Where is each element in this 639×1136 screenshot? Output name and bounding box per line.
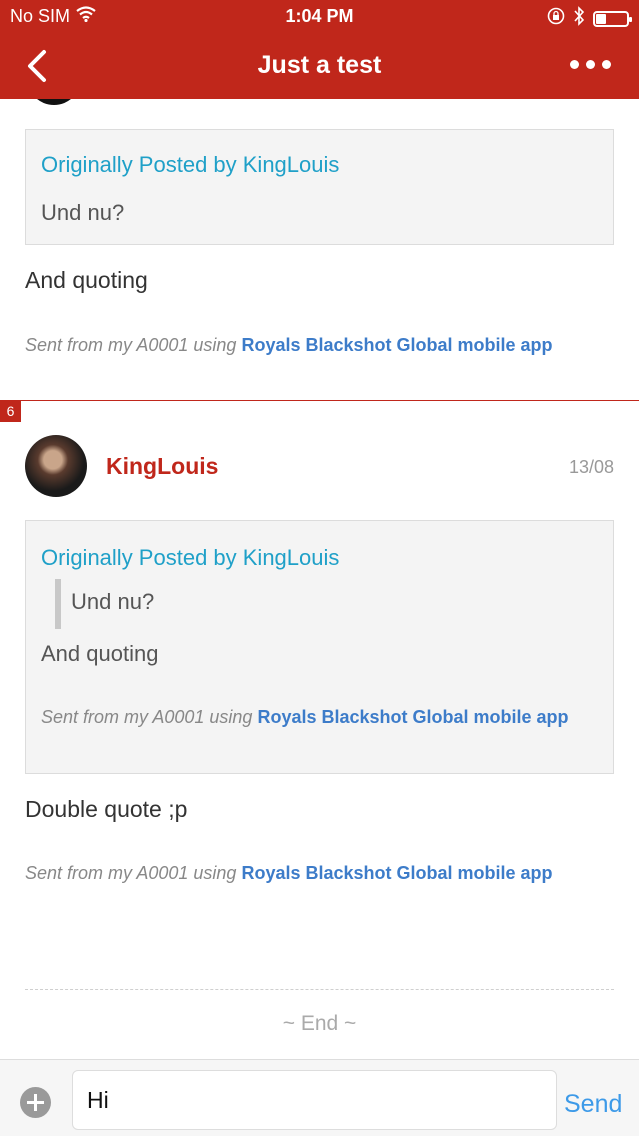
signature-app-link[interactable]: Royals Blackshot Global mobile app [241, 335, 552, 355]
post-divider [0, 400, 639, 401]
end-divider [25, 989, 614, 990]
quote-text: Und nu? [41, 200, 125, 225]
more-dot [602, 60, 611, 69]
quote-author-link[interactable]: Originally Posted by KingLouis [41, 545, 598, 571]
page-title: Just a test [257, 51, 382, 79]
signature-app-link[interactable]: Royals Blackshot Global mobile app [241, 863, 552, 883]
post-signature: Sent from my A0001 using Royals Blacksho… [25, 335, 553, 356]
quote-text: And quoting [41, 641, 159, 666]
battery-icon [593, 10, 632, 27]
post-date: 13/08 [568, 457, 614, 477]
add-attachment-button[interactable] [20, 1087, 51, 1118]
signature-prefix: Sent from my A0001 using [41, 707, 258, 727]
status-time: 1:04 PM [285, 6, 354, 26]
status-bar: No SIM 1:04 PM [0, 0, 639, 32]
quote-author-link[interactable]: Originally Posted by KingLouis [41, 152, 598, 178]
quote-signature: Sent from my A0001 using Royals Blacksho… [41, 703, 581, 731]
orientation-lock-icon [547, 7, 565, 30]
avatar[interactable] [27, 99, 81, 105]
reply-composer: Send [0, 1059, 639, 1136]
nested-quote: Und nu? [41, 579, 598, 629]
send-button[interactable]: Send [564, 1090, 622, 1119]
more-dot [570, 60, 579, 69]
more-button[interactable] [570, 60, 611, 69]
post-number-badge: 6 [0, 401, 21, 422]
post-signature: Sent from my A0001 using Royals Blacksho… [25, 863, 553, 884]
post-author[interactable]: KingLouis [106, 453, 218, 480]
status-right [547, 6, 632, 31]
post-text: Double quote ;p [25, 796, 188, 822]
more-dot [586, 60, 595, 69]
thread-content[interactable]: Originally Posted by KingLouis Und nu? A… [0, 99, 639, 1059]
signature-prefix: Sent from my A0001 using [25, 863, 242, 883]
signature-app-link[interactable]: Royals Blackshot Global mobile app [257, 707, 568, 727]
message-input[interactable] [72, 1070, 557, 1130]
quote-box: Originally Posted by KingLouis Und nu? [25, 129, 614, 245]
bluetooth-icon [573, 6, 585, 31]
nested-quote-text: Und nu? [71, 589, 155, 614]
quote-box: Originally Posted by KingLouis Und nu? A… [25, 520, 614, 774]
avatar[interactable] [25, 435, 87, 497]
signature-prefix: Sent from my A0001 using [25, 335, 242, 355]
quote-bar [55, 579, 61, 629]
nav-bar: Just a test [0, 32, 639, 99]
post-text: And quoting [25, 267, 148, 293]
end-label: ~ End ~ [282, 1012, 357, 1035]
